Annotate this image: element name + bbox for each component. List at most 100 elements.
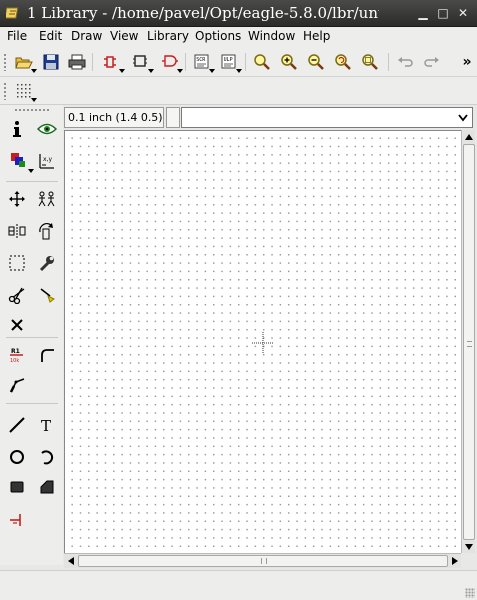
delete-button[interactable] [4,313,30,337]
wire-button[interactable] [4,413,30,437]
miter-button[interactable] [34,343,60,367]
svg-text:SCR: SCR [196,57,206,63]
arrow-down-icon [464,543,473,550]
rectangle-button[interactable] [4,475,30,499]
close-button[interactable]: ✕ [455,5,471,21]
zoom-redraw-icon [335,54,351,70]
window-title: 1 Library - /home/pavel/Opt/eagle-5.8.0/… [27,4,379,22]
change-button[interactable] [34,251,60,275]
maximize-button[interactable]: □ [435,5,451,21]
scroll-left-button[interactable] [64,554,77,568]
undo-button[interactable] [394,51,416,73]
arc-button[interactable] [34,445,60,469]
group-button[interactable] [4,251,30,275]
split-button[interactable] [4,373,30,397]
pin-button[interactable] [4,507,30,531]
package-button[interactable] [101,51,125,73]
zoom-in-icon [281,54,297,70]
resize-grip[interactable] [465,588,475,598]
menu-draw[interactable]: Draw [71,29,102,43]
eagle-app-icon [6,7,19,19]
open-button[interactable] [13,51,37,73]
symbol-button[interactable] [130,51,154,73]
rotate-button[interactable] [34,219,60,243]
info-button[interactable] [4,117,30,141]
move-icon [9,191,25,207]
polygon-button[interactable] [34,475,60,499]
coordinate-display: 0.1 inch (1.4 0.5) [64,107,164,128]
horizontal-scrollbar[interactable] [64,553,461,568]
open-dropdown-icon [31,69,37,73]
zoom-select-icon [362,54,378,70]
toolbar-grip[interactable] [14,108,50,112]
redo-button[interactable] [421,51,443,73]
menu-file[interactable]: File [7,29,27,43]
copy-icon [38,191,55,207]
svg-text:R1: R1 [11,348,20,355]
menu-help[interactable]: Help [303,29,330,43]
ulp-dropdown-icon [236,69,242,73]
drawing-canvas[interactable] [64,130,461,553]
text-button[interactable]: T [34,413,60,437]
main-toolbar: SCR ULP » [0,47,477,77]
mark-button[interactable]: x,y [34,149,60,173]
zoom-in-button[interactable] [278,51,300,73]
cut-button[interactable] [4,283,30,307]
menu-bar: File Edit Draw View Library Options Wind… [0,27,477,47]
move-button[interactable] [4,187,30,211]
scissors-icon [8,287,25,304]
vertical-scrollbar[interactable] [461,130,475,553]
save-button[interactable] [40,51,62,73]
symbol-dropdown-icon [148,69,154,73]
scroll-down-button[interactable] [462,540,475,553]
toolbar-separator [92,53,93,71]
eye-icon [37,123,57,135]
toolbar-overflow-button[interactable]: » [456,51,477,73]
title-bar[interactable]: 1 Library - /home/pavel/Opt/eagle-5.8.0/… [0,0,477,27]
polygon-icon [40,480,54,494]
circle-button[interactable] [4,445,30,469]
paste-button[interactable] [34,283,60,307]
show-button[interactable] [34,117,60,141]
toolbar-grip[interactable] [3,53,7,71]
scroll-up-button[interactable] [462,130,475,143]
info-icon [13,121,21,137]
arc-icon [41,450,54,465]
miter-icon [41,349,54,362]
wrench-icon [39,256,54,272]
script-button[interactable]: SCR [191,51,215,73]
secondary-toolbar [0,77,477,105]
toolbar-separator [388,53,389,71]
svg-text:10k: 10k [10,358,19,364]
command-toolbar: x,y R1 10k T [0,105,63,565]
arrow-right-icon [451,557,458,565]
scroll-right-button[interactable] [448,554,461,568]
display-layers-button[interactable] [6,149,34,173]
toolbar-grip[interactable] [3,82,7,100]
name-button[interactable]: R1 10k [4,343,30,367]
minimize-button[interactable]: ▁ [415,5,431,21]
command-history-dropdown[interactable] [454,108,472,127]
copy-button[interactable] [34,187,60,211]
menu-window[interactable]: Window [248,29,295,43]
zoom-select-button[interactable] [360,51,382,73]
zoom-out-button[interactable] [305,51,327,73]
grid-button[interactable] [13,80,37,102]
menu-view[interactable]: View [110,29,138,43]
menu-options[interactable]: Options [195,29,241,43]
menu-library[interactable]: Library [147,29,189,43]
script-dropdown-icon [209,69,215,73]
line-icon [9,417,25,433]
device-button[interactable] [159,51,183,73]
mirror-button[interactable] [4,219,30,243]
command-line-input[interactable] [181,107,473,128]
print-button[interactable] [66,51,88,73]
thumb-grip [261,558,267,564]
vertical-scroll-thumb[interactable] [463,144,475,540]
ulp-button[interactable]: ULP [218,51,242,73]
zoom-fit-button[interactable] [251,51,273,73]
zoom-redraw-button[interactable] [332,51,354,73]
svg-text:ULP: ULP [224,57,233,63]
horizontal-scroll-thumb[interactable] [78,555,448,567]
menu-edit[interactable]: Edit [39,29,62,43]
